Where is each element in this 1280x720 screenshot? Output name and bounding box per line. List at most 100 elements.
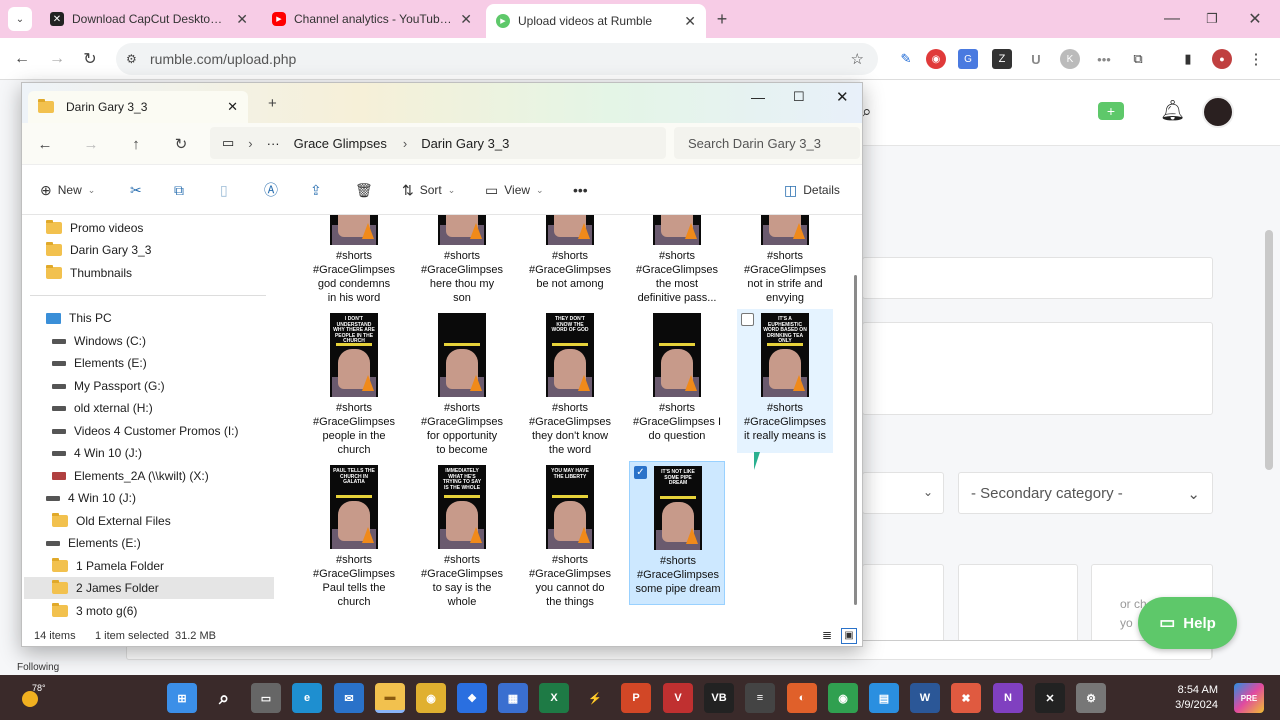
new-tab-button[interactable]: +: [710, 7, 734, 31]
extension-more-icon[interactable]: •••: [1094, 49, 1114, 69]
nav-item[interactable]: Elements_2A (\\kwilt) (X:): [24, 465, 274, 487]
mixer-icon[interactable]: ≡: [745, 683, 775, 713]
paste-button[interactable]: ▯: [220, 179, 228, 201]
minimize-window-icon[interactable]: —: [751, 89, 765, 105]
file-item[interactable]: IT'S A EUPHEMISTIC WORD BASED ON DRINKIN…: [737, 309, 833, 453]
nav-item[interactable]: 2 James Folder: [24, 577, 274, 599]
new-tab-icon[interactable]: +: [268, 95, 277, 112]
tab-search-icon[interactable]: ⌄: [8, 7, 32, 31]
forward-icon[interactable]: →: [80, 133, 102, 155]
extension-u-icon[interactable]: U: [1026, 49, 1046, 69]
file-item[interactable]: #shorts #GraceGlimpses I do question: [629, 309, 725, 453]
extensions-puzzle-icon[interactable]: ⧉: [1128, 49, 1148, 69]
copy-button[interactable]: ⧉: [174, 179, 184, 201]
close-tab-icon[interactable]: ✕: [236, 11, 248, 28]
site-info-icon[interactable]: ⚙: [126, 52, 137, 66]
extension-k-icon[interactable]: K: [1060, 49, 1080, 69]
extension-feather-icon[interactable]: ✎: [896, 49, 916, 69]
tab-youtube[interactable]: ▶ Channel analytics - YouTube St ✕: [262, 4, 482, 34]
file-item[interactable]: PAUL TELLS THE CHURCH IN GALATIA #shorts #…: [306, 461, 402, 608]
nav-item[interactable]: This PC: [24, 307, 274, 329]
edge-icon[interactable]: e: [292, 683, 322, 713]
nav-item[interactable]: 4 Win 10 (J:): [24, 487, 274, 509]
rename-button[interactable]: Ⓐ: [264, 179, 278, 201]
file-item[interactable]: #shorts #GraceGlimpses god condemns in his …: [306, 215, 402, 304]
restore-browser-icon[interactable]: ❐: [1200, 7, 1224, 31]
file-item[interactable]: THEY DON'T KNOW THE WORD OF GOD #shorts #G…: [522, 309, 618, 456]
file-explorer-icon[interactable]: ▬: [375, 683, 405, 713]
breadcrumb-item[interactable]: Grace Glimpses: [294, 136, 387, 151]
store-icon[interactable]: ▦: [498, 683, 528, 713]
profile-avatar[interactable]: ●: [1212, 49, 1232, 69]
settings-icon[interactable]: ⚙: [1076, 683, 1106, 713]
extension-z-icon[interactable]: Z: [992, 49, 1012, 69]
nav-item[interactable]: old xternal (H:): [24, 397, 274, 419]
breadcrumb[interactable]: ▭ › ··· Grace Glimpses › Darin Gary 3_3: [210, 127, 666, 159]
excel-icon[interactable]: X: [539, 683, 569, 713]
select-checkbox[interactable]: [741, 313, 754, 326]
close-tab-icon[interactable]: ✕: [227, 99, 238, 115]
browser-menu-icon[interactable]: ⋮: [1246, 49, 1266, 69]
nav-item[interactable]: Darin Gary 3_3: [24, 239, 274, 261]
cut-button[interactable]: ✂: [130, 179, 142, 201]
nav-item[interactable]: Promo videos: [24, 217, 274, 239]
tab-capcut[interactable]: ✕ Download CapCut Desktop - Po ✕: [40, 4, 258, 34]
dropbox-icon[interactable]: ❖: [457, 683, 487, 713]
forward-icon[interactable]: →: [45, 47, 69, 71]
new-button[interactable]: ⊕ New ⌄: [40, 179, 95, 201]
more-options-button[interactable]: •••: [573, 179, 588, 201]
notepad-icon[interactable]: ▤: [869, 683, 899, 713]
copilot-icon[interactable]: PRE: [1234, 683, 1264, 713]
capcut-alt-icon[interactable]: ✕: [1035, 683, 1065, 713]
share-button[interactable]: ⇪: [310, 179, 322, 201]
close-browser-icon[interactable]: ✕: [1243, 7, 1267, 31]
nav-item[interactable]: Thumbnails: [24, 262, 274, 284]
address-bar[interactable]: ⚙ rumble.com/upload.php ☆: [116, 43, 878, 75]
nav-item[interactable]: 1 Pamela Folder: [24, 555, 274, 577]
start-icon[interactable]: ⊞: [167, 683, 197, 713]
system-clock[interactable]: 8:54 AM 3/9/2024: [1158, 683, 1218, 713]
extension-red-circle-icon[interactable]: ◉: [926, 49, 946, 69]
nav-item[interactable]: Videos 4 Customer Promos (I:): [24, 420, 274, 442]
view-button[interactable]: ▭ View ⌄: [485, 179, 544, 201]
capcut-icon[interactable]: ⚡: [580, 683, 610, 713]
search-icon[interactable]: ⌕: [209, 683, 239, 713]
chrome-alt-icon[interactable]: ◉: [828, 683, 858, 713]
close-tab-icon[interactable]: ✕: [460, 11, 472, 28]
nav-item[interactable]: My Passport (G:): [24, 375, 274, 397]
nav-item[interactable]: 4 Win 10 (J:): [24, 442, 274, 464]
minimize-browser-icon[interactable]: —: [1160, 7, 1184, 31]
nav-item[interactable]: Elements (E:): [24, 352, 274, 374]
notification-bell-icon[interactable]: 🔔︎: [1160, 98, 1185, 123]
monitor-icon[interactable]: ▭: [222, 135, 234, 151]
close-window-icon[interactable]: ✕: [836, 88, 849, 106]
upload-video-icon[interactable]: +: [1098, 102, 1124, 120]
onenote-icon[interactable]: N: [993, 683, 1023, 713]
bookmark-star-icon[interactable]: ☆: [851, 50, 864, 68]
word-icon[interactable]: W: [910, 683, 940, 713]
voicemeeter-icon[interactable]: V: [663, 683, 693, 713]
page-scrollbar[interactable]: [1265, 230, 1273, 470]
file-item[interactable]: YOU MAY HAVE THE LIBERTY #shorts #GraceGli…: [522, 461, 618, 608]
file-item[interactable]: IT'S NOT LIKE SOME PIPE DREAM #shorts #Gra…: [629, 461, 725, 605]
details-button[interactable]: ◫ Details: [784, 179, 840, 201]
file-item[interactable]: IMMEDIATELY WHAT HE'S TRYING TO SAY IS T…: [414, 461, 510, 608]
file-item[interactable]: #shorts #GraceGlimpses here thou my son: [414, 215, 510, 304]
up-icon[interactable]: ↑: [125, 133, 147, 155]
tab-rumble[interactable]: ▶ Upload videos at Rumble ✕: [486, 4, 706, 38]
nav-item[interactable]: Windows (C:): [24, 330, 274, 352]
content-scrollbar[interactable]: [854, 275, 857, 605]
search-input[interactable]: Search Darin Gary 3_3: [674, 127, 860, 159]
search-icon[interactable]: ⌕: [862, 102, 872, 122]
nav-item[interactable]: 3 moto g(6): [24, 600, 274, 622]
file-item[interactable]: I DON'T UNDERSTAND WHY THERE ARE PEOPLE …: [306, 309, 402, 456]
title-input[interactable]: [862, 257, 1213, 299]
firefox-icon[interactable]: ◐: [787, 683, 817, 713]
powerpoint-icon[interactable]: P: [621, 683, 651, 713]
user-avatar[interactable]: [1202, 96, 1234, 128]
maximize-window-icon[interactable]: ☐: [793, 89, 805, 105]
file-item[interactable]: #shorts #GraceGlimpses the most definitive …: [629, 215, 725, 304]
taskview-icon[interactable]: ▭: [251, 683, 281, 713]
nav-item[interactable]: Elements (E:): [24, 532, 274, 554]
delete-button[interactable]: 🗑︎: [355, 179, 373, 201]
